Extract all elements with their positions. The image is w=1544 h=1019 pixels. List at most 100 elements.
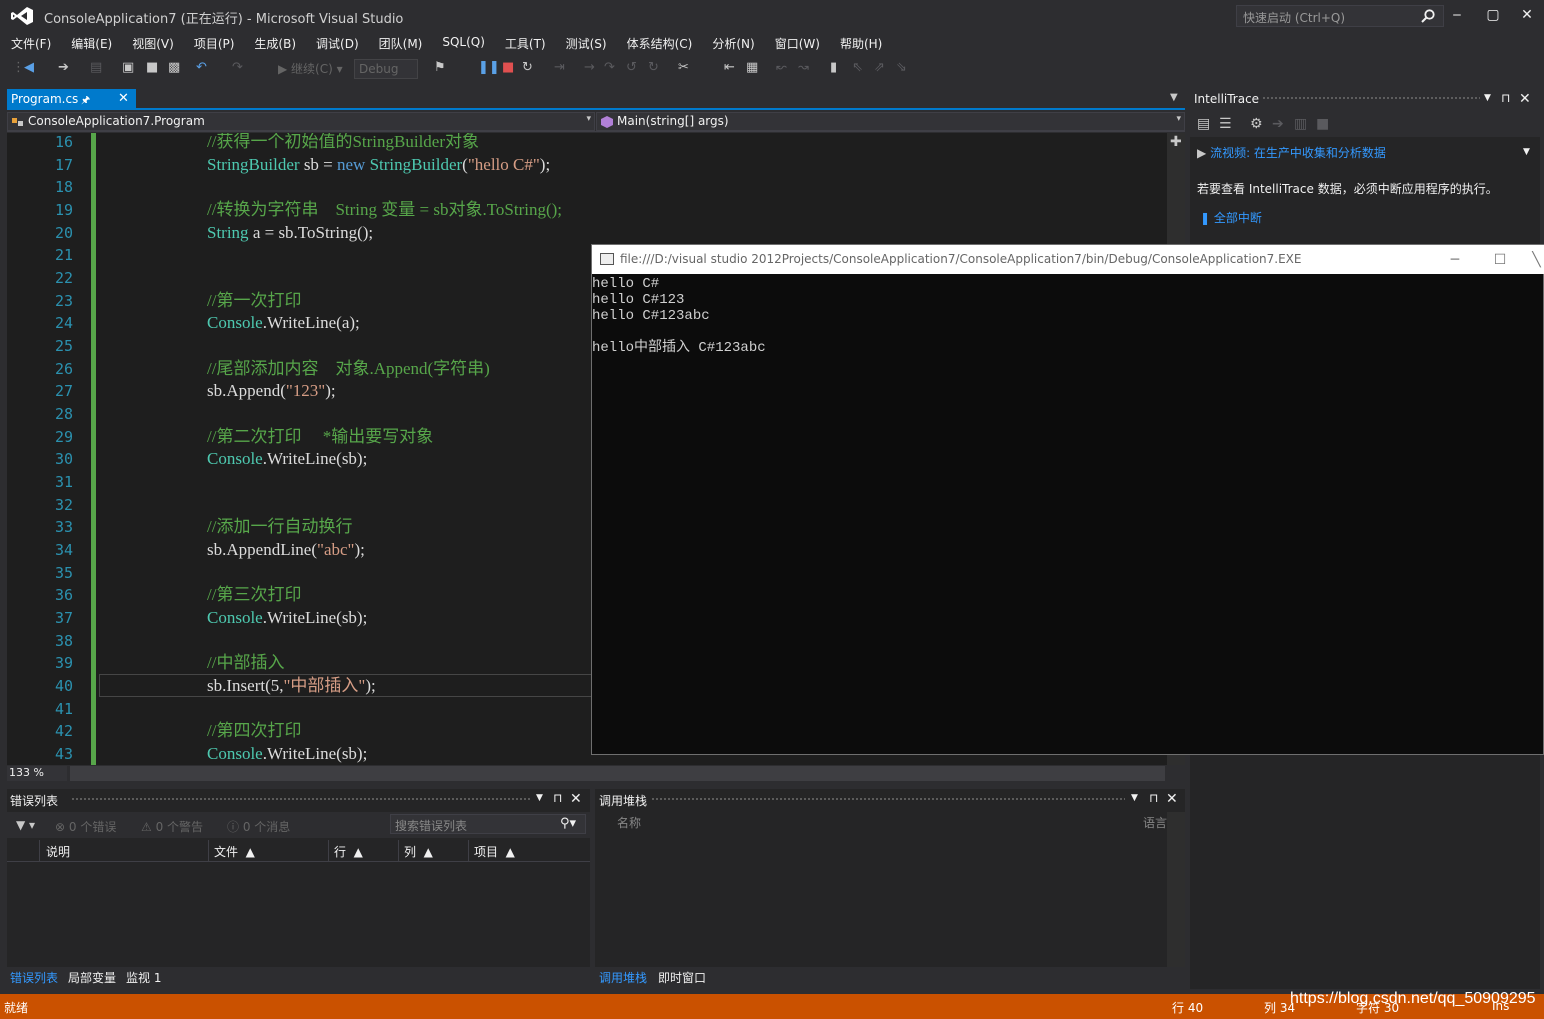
- menu-debug[interactable]: 调试(D): [306, 32, 369, 54]
- redo-icon[interactable]: ↷: [232, 60, 243, 76]
- restart-icon[interactable]: ↻: [522, 60, 533, 76]
- breakpoint-icon[interactable]: ✂: [678, 60, 689, 76]
- tab-locals[interactable]: 局部变量: [68, 969, 116, 986]
- class-dropdown[interactable]: ConsoleApplication7.Program ▾: [7, 112, 595, 131]
- column-project[interactable]: 项目 ▲: [474, 843, 515, 860]
- split-editor-icon[interactable]: ✚: [1170, 134, 1182, 150]
- menu-sql[interactable]: SQL(Q): [432, 32, 495, 54]
- error-list-search-input[interactable]: 搜索错误列表: [390, 814, 586, 834]
- break-all-link[interactable]: ❚ 全部中断: [1200, 209, 1262, 226]
- menu-view[interactable]: 视图(V): [122, 32, 184, 54]
- uncomment-icon[interactable]: ▦: [746, 60, 758, 76]
- chevron-down-icon[interactable]: ▼: [1170, 92, 1178, 103]
- tab-immediate-window[interactable]: 即时窗口: [658, 969, 706, 986]
- column-col[interactable]: 列 ▲: [404, 843, 433, 860]
- bookmark-icon[interactable]: ▮: [830, 60, 837, 76]
- minimize-button[interactable]: ‒: [1440, 2, 1474, 28]
- hex-icon[interactable]: ↻: [648, 60, 659, 76]
- save-icon[interactable]: ■: [146, 60, 158, 76]
- step-out-icon[interactable]: ↺: [626, 60, 637, 76]
- events-view-icon[interactable]: ▤: [1197, 116, 1210, 132]
- menu-project[interactable]: 项目(P): [184, 32, 245, 54]
- video-link[interactable]: ▶ 流视频: 在生产中收集和分析数据: [1197, 144, 1386, 161]
- pin-icon[interactable]: ⊓: [553, 791, 562, 805]
- menu-tools[interactable]: 工具(T): [495, 32, 556, 54]
- clear-bookmark-icon[interactable]: ⇘: [896, 60, 907, 76]
- next-bookmark-icon[interactable]: ⇗: [874, 60, 885, 76]
- show-next-statement-icon[interactable]: ⇥: [554, 60, 565, 76]
- tab-program-cs[interactable]: Program.cs 🖈 ✕: [7, 89, 136, 110]
- stop-icon[interactable]: ■: [502, 60, 514, 76]
- attach-icon[interactable]: ⚑: [434, 60, 446, 76]
- close-icon[interactable]: ✕: [118, 91, 129, 106]
- maximize-button[interactable]: ▢: [1476, 2, 1510, 28]
- column-language[interactable]: 语言: [1143, 814, 1167, 831]
- pin-icon[interactable]: ⊓: [1501, 91, 1510, 105]
- menu-file[interactable]: 文件(F): [1, 32, 61, 54]
- menu-help[interactable]: 帮助(H): [830, 32, 892, 54]
- column-file[interactable]: 文件 ▲: [214, 843, 255, 860]
- call-stack-scrollbar[interactable]: [1167, 812, 1185, 967]
- close-icon[interactable]: ✕: [570, 791, 582, 807]
- open-icon[interactable]: ▣: [122, 60, 134, 76]
- pane-grip[interactable]: [1262, 96, 1480, 101]
- chevron-down-icon[interactable]: ▼: [1523, 147, 1530, 157]
- pause-icon[interactable]: ❚❚: [478, 60, 500, 76]
- menu-window[interactable]: 窗口(W): [765, 32, 830, 54]
- indent-icon[interactable]: ↜: [776, 60, 787, 76]
- zoom-level-select[interactable]: 133 %: [7, 766, 67, 781]
- menu-architecture[interactable]: 体系结构(C): [617, 32, 703, 54]
- menu-build[interactable]: 生成(B): [244, 32, 306, 54]
- continue-button[interactable]: ▶ 继续(C) ▾: [278, 60, 343, 77]
- errors-filter-button[interactable]: ⊗ 0 个错误: [55, 818, 116, 835]
- chevron-down-icon[interactable]: ▼: [1131, 793, 1138, 803]
- forward-icon[interactable]: ➔: [58, 60, 69, 76]
- pin-icon[interactable]: ⊓: [1149, 791, 1158, 805]
- menu-team[interactable]: 团队(M): [369, 32, 433, 54]
- calls-view-icon[interactable]: ☰: [1219, 116, 1232, 132]
- menu-analyze[interactable]: 分析(N): [702, 32, 764, 54]
- search-icon[interactable]: ⚲▾: [560, 816, 576, 831]
- new-project-icon[interactable]: ▤: [90, 60, 102, 76]
- prev-bookmark-icon[interactable]: ⇖: [852, 60, 863, 76]
- pane-grip[interactable]: [651, 797, 1125, 802]
- chevron-down-icon[interactable]: ▼: [536, 793, 543, 803]
- comment-icon[interactable]: ⇤: [724, 60, 735, 76]
- tab-call-stack[interactable]: 调用堆栈: [599, 969, 647, 986]
- tab-error-list[interactable]: 错误列表: [10, 969, 58, 986]
- chevron-down-icon[interactable]: ▼: [1484, 93, 1491, 103]
- messages-filter-button[interactable]: ⓘ 0 个消息: [227, 818, 290, 835]
- warnings-filter-button[interactable]: ⚠ 0 个警告: [141, 818, 203, 835]
- forward-icon[interactable]: ➔: [1272, 116, 1284, 132]
- close-icon[interactable]: ✕: [1519, 91, 1531, 107]
- editor-horizontal-scrollbar[interactable]: [70, 766, 1165, 781]
- column-line[interactable]: 行 ▲: [334, 843, 363, 860]
- console-maximize-button[interactable]: ☐: [1485, 249, 1515, 271]
- pin-icon[interactable]: 🖈: [81, 93, 90, 110]
- open-log-icon[interactable]: ▥: [1294, 116, 1307, 132]
- back-icon[interactable]: ◀: [24, 60, 34, 76]
- outdent-icon[interactable]: ↝: [798, 60, 809, 76]
- column-name[interactable]: 名称: [617, 814, 641, 831]
- member-dropdown[interactable]: Main(string[] args) ▾: [596, 112, 1185, 131]
- console-minimize-button[interactable]: ─: [1440, 249, 1470, 271]
- undo-icon[interactable]: ↶: [196, 60, 207, 76]
- close-button[interactable]: ✕: [1510, 2, 1544, 28]
- menu-edit[interactable]: 编辑(E): [61, 32, 122, 54]
- console-window[interactable]: file:///D:/visual studio 2012Projects/Co…: [591, 244, 1544, 755]
- column-description[interactable]: 说明: [46, 843, 70, 860]
- tab-watch-1[interactable]: 监视 1: [126, 969, 161, 986]
- quick-launch-input[interactable]: 快速启动 (Ctrl+Q): [1236, 5, 1444, 27]
- settings-icon[interactable]: ⚙: [1250, 116, 1263, 132]
- menu-test[interactable]: 测试(S): [556, 32, 617, 54]
- save-icon[interactable]: ■: [1316, 116, 1329, 132]
- search-icon[interactable]: [1420, 8, 1436, 24]
- pane-grip[interactable]: [71, 797, 531, 802]
- step-into-icon[interactable]: →: [584, 60, 595, 76]
- close-icon[interactable]: ✕: [1166, 791, 1178, 807]
- save-all-icon[interactable]: ▩: [168, 60, 180, 76]
- console-close-button[interactable]: ╲: [1528, 249, 1544, 271]
- step-over-icon[interactable]: ↷: [604, 60, 615, 76]
- solution-configuration-select[interactable]: Debug: [354, 59, 418, 79]
- filter-icon[interactable]: ▼ ▾: [16, 818, 35, 832]
